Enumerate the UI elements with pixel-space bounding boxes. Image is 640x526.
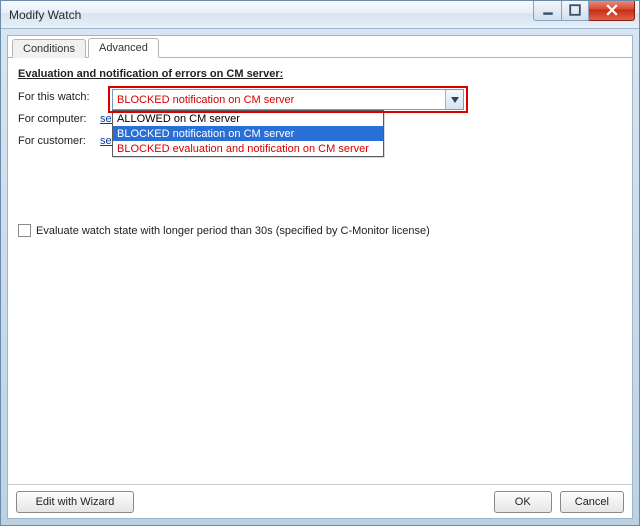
dropdown-list: ALLOWED on CM server BLOCKED notificatio… — [112, 110, 384, 157]
tab-advanced[interactable]: Advanced — [88, 38, 159, 58]
chevron-down-icon — [445, 90, 463, 109]
minimize-button[interactable] — [533, 1, 561, 21]
tab-content: Evaluation and notification of errors on… — [8, 58, 632, 484]
dropdown-option-allowed[interactable]: ALLOWED on CM server — [113, 111, 383, 126]
close-button[interactable] — [589, 1, 635, 21]
titlebar: Modify Watch — [1, 1, 639, 29]
longer-period-checkbox[interactable] — [18, 224, 31, 237]
watch-label: For this watch: — [18, 91, 100, 103]
window-frame: Modify Watch Conditions Advanced Evaluat… — [0, 0, 640, 526]
window-controls — [533, 1, 639, 21]
section-heading: Evaluation and notification of errors on… — [18, 68, 622, 80]
window-title: Modify Watch — [9, 8, 533, 22]
dropdown-selected-text: BLOCKED notification on CM server — [113, 94, 445, 106]
button-bar: Edit with Wizard OK Cancel — [8, 484, 632, 518]
longer-period-row: Evaluate watch state with longer period … — [18, 224, 622, 237]
tab-strip: Conditions Advanced — [8, 36, 632, 58]
watch-notification-dropdown[interactable]: BLOCKED notification on CM server — [112, 89, 464, 110]
client-area: Conditions Advanced Evaluation and notif… — [7, 35, 633, 519]
dropdown-option-blocked-eval[interactable]: BLOCKED evaluation and notification on C… — [113, 141, 383, 156]
cancel-button[interactable]: Cancel — [560, 491, 624, 513]
maximize-button[interactable] — [561, 1, 589, 21]
customer-label: For customer: — [18, 135, 100, 147]
tab-conditions[interactable]: Conditions — [12, 39, 86, 58]
dropdown-option-blocked-notification[interactable]: BLOCKED notification on CM server — [113, 126, 383, 141]
longer-period-label: Evaluate watch state with longer period … — [36, 225, 430, 237]
computer-label: For computer: — [18, 113, 100, 125]
ok-button[interactable]: OK — [494, 491, 552, 513]
edit-with-wizard-button[interactable]: Edit with Wizard — [16, 491, 134, 513]
